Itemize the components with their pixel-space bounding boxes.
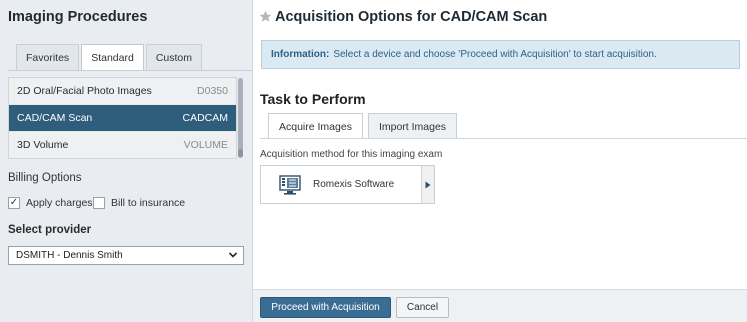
bill-to-insurance-option[interactable]: Bill to insurance: [93, 197, 185, 209]
procedure-name: CAD/CAM Scan: [17, 112, 93, 124]
tab-divider: [8, 70, 252, 71]
procedure-tabs: Favorites Standard Custom: [16, 44, 204, 71]
tab-standard[interactable]: Standard: [81, 44, 144, 71]
page-title: Acquisition Options for CAD/CAM Scan: [275, 9, 548, 25]
bill-to-insurance-checkbox[interactable]: [93, 197, 105, 209]
tab-custom[interactable]: Custom: [145, 44, 202, 71]
select-provider-heading: Select provider: [8, 224, 92, 236]
tab-acquire-images[interactable]: Acquire Images: [268, 113, 363, 139]
tab-favorites[interactable]: Favorites: [16, 44, 80, 71]
procedure-list-scrollbar[interactable]: [237, 77, 244, 159]
expand-arrow-icon[interactable]: [421, 166, 434, 203]
acquisition-options-panel: Acquisition Options for CAD/CAM Scan Inf…: [253, 0, 747, 322]
bill-to-insurance-label: Bill to insurance: [111, 197, 186, 209]
procedure-item-3d-volume[interactable]: 3D Volume VOLUME: [9, 132, 236, 158]
star-icon[interactable]: [259, 10, 272, 23]
scrollbar-end-cap: [238, 149, 243, 157]
apply-charges-option[interactable]: ✓ Apply charges: [8, 197, 93, 209]
chevron-down-icon: [228, 252, 238, 258]
procedure-list: 2D Oral/Facial Photo Images D0350 CAD/CA…: [8, 77, 237, 159]
procedure-item-2d-photo[interactable]: 2D Oral/Facial Photo Images D0350: [9, 78, 236, 105]
task-tabs: Acquire Images Import Images: [268, 113, 462, 139]
tab-import-images[interactable]: Import Images: [367, 113, 458, 139]
imaging-procedures-panel: Imaging Procedures Favorites Standard Cu…: [0, 0, 253, 322]
procedure-code: VOLUME: [183, 139, 228, 151]
acquisition-method-name: Romexis Software: [313, 179, 395, 190]
procedure-code: CADCAM: [182, 112, 228, 124]
chevron-right-icon: [425, 181, 431, 188]
information-label: Information:: [271, 49, 330, 60]
panel-title: Imaging Procedures: [8, 9, 148, 25]
acquisition-method-romexis[interactable]: Romexis Software: [260, 165, 435, 204]
information-text: Select a device and choose 'Proceed with…: [333, 49, 657, 60]
acquisition-method-label: Acquisition method for this imaging exam: [260, 149, 443, 160]
action-footer: Proceed with Acquisition Cancel: [253, 289, 747, 322]
provider-select[interactable]: DSMITH - Dennis Smith: [8, 246, 244, 265]
billing-options-heading: Billing Options: [8, 172, 82, 184]
procedure-item-cadcam[interactable]: CAD/CAM Scan CADCAM: [9, 105, 236, 132]
provider-select-value: DSMITH - Dennis Smith: [16, 250, 123, 261]
cancel-button[interactable]: Cancel: [396, 297, 449, 318]
task-tab-divider: [260, 138, 747, 139]
proceed-with-acquisition-button[interactable]: Proceed with Acquisition: [260, 297, 391, 318]
task-heading: Task to Perform: [260, 91, 366, 107]
scrollbar-thumb[interactable]: [238, 78, 243, 158]
information-banner: Information: Select a device and choose …: [261, 40, 740, 69]
procedure-name: 2D Oral/Facial Photo Images: [17, 85, 152, 97]
scanner-monitor-icon: [279, 174, 301, 195]
apply-charges-label: Apply charges: [26, 197, 93, 209]
apply-charges-checkbox[interactable]: ✓: [8, 197, 20, 209]
procedure-code: D0350: [197, 85, 228, 97]
procedure-name: 3D Volume: [17, 139, 69, 151]
